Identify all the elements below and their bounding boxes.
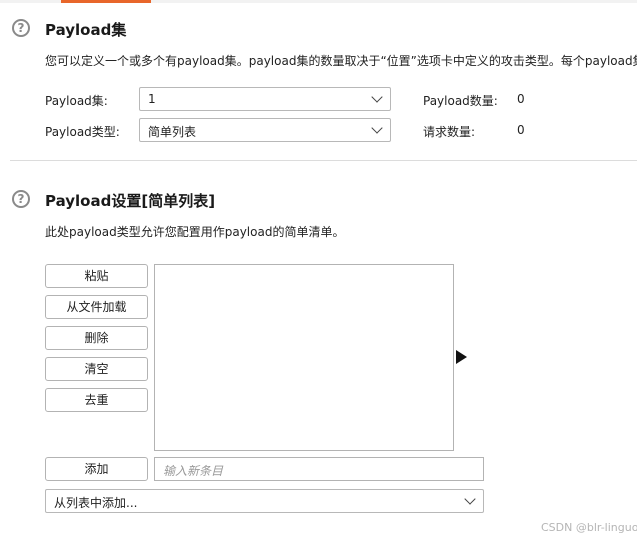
expand-arrow-icon[interactable] xyxy=(456,350,467,364)
payload-count-value: 0 xyxy=(517,92,525,106)
add-from-list-select[interactable]: 从列表中添加... xyxy=(45,489,484,513)
payload-type-select[interactable]: 简单列表 xyxy=(139,118,391,142)
chevron-down-icon xyxy=(371,122,383,134)
help-icon[interactable]: ? xyxy=(12,19,30,37)
payload-sets-title: Payload集 xyxy=(45,21,127,39)
add-button[interactable]: 添加 xyxy=(45,457,148,481)
section-divider xyxy=(10,160,637,161)
new-item-input[interactable]: 输入新条目 xyxy=(154,457,484,481)
request-count-value: 0 xyxy=(517,123,525,137)
help-icon[interactable]: ? xyxy=(12,190,30,208)
request-count-label: 请求数量: xyxy=(423,125,476,139)
paste-button[interactable]: 粘贴 xyxy=(45,264,148,288)
active-tab-indicator xyxy=(61,0,151,3)
payload-type-value: 简单列表 xyxy=(148,125,197,139)
clear-button[interactable]: 清空 xyxy=(45,357,148,381)
new-item-placeholder: 输入新条目 xyxy=(163,464,224,478)
payload-set-label: Payload集: xyxy=(45,94,108,108)
payload-set-value: 1 xyxy=(148,92,156,106)
deduplicate-button[interactable]: 去重 xyxy=(45,388,148,412)
chevron-down-icon xyxy=(371,91,383,103)
payload-list[interactable] xyxy=(154,264,454,451)
payload-set-select[interactable]: 1 xyxy=(139,87,391,111)
watermark: CSDN @blr-linguo xyxy=(541,521,637,534)
chevron-down-icon xyxy=(464,493,476,505)
payload-settings-description: 此处payload类型允许您配置用作payload的简单清单。 xyxy=(45,225,345,239)
payload-type-label: Payload类型: xyxy=(45,125,120,139)
payload-sets-description: 您可以定义一个或多个有payload集。payload集的数量取决于“位置”选项… xyxy=(45,54,637,68)
remove-button[interactable]: 删除 xyxy=(45,326,148,350)
payload-count-label: Payload数量: xyxy=(423,94,498,108)
payload-settings-title: Payload设置[简单列表] xyxy=(45,192,216,210)
add-from-list-value: 从列表中添加... xyxy=(54,496,138,510)
load-button[interactable]: 从文件加载 xyxy=(45,295,148,319)
